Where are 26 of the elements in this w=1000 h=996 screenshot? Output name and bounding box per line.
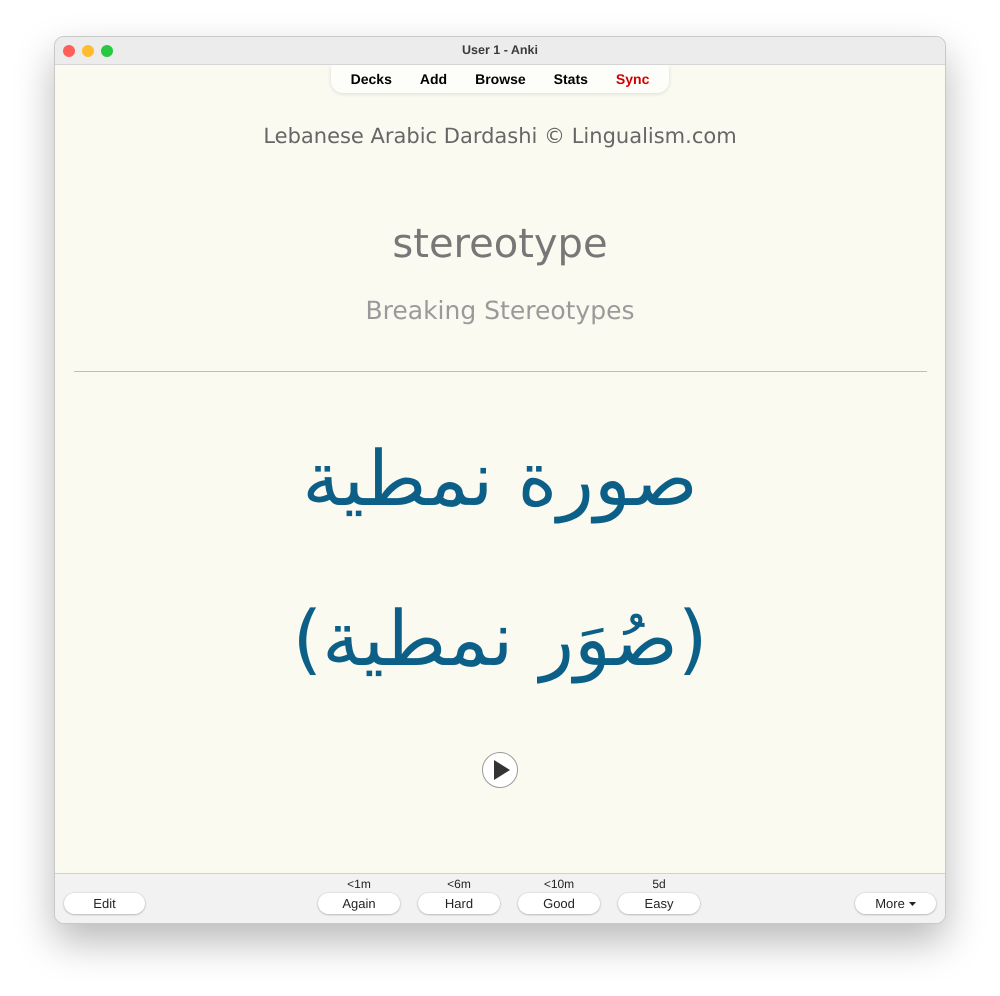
answer-button[interactable]: Easy [618,893,700,914]
answer-button[interactable]: Again [318,893,400,914]
card-source: Lebanese Arabic Dardashi © Lingualism.com [263,123,737,150]
interval-label: 5d [652,877,666,891]
toolbar-link[interactable]: Stats [540,72,602,86]
edit-button[interactable]: Edit [64,893,145,914]
zoom-icon[interactable] [101,44,113,56]
toolbar-link[interactable]: Sync [602,72,664,86]
card-context: Breaking Stereotypes [366,295,634,326]
interval-label: <6m [447,877,471,891]
answer-button[interactable]: Hard [418,893,500,914]
play-icon[interactable] [482,752,518,788]
close-icon[interactable] [63,44,75,56]
interval-label: <1m [347,877,371,891]
card-answer-text: (صُوَر نمطية) [292,592,708,686]
interval-label: <10m [544,877,574,891]
toolbar-link[interactable]: Decks [336,72,406,86]
more-button[interactable]: More [855,893,936,914]
minimize-icon[interactable] [82,44,94,56]
answer-button[interactable]: Good [518,893,600,914]
caret-icon [908,902,916,906]
card-front-word: stereotype [392,220,608,270]
window-title: User 1 - Anki [462,42,538,60]
toolbar-link[interactable]: Add [406,72,462,86]
card-answer-text: صورة نمطية [302,432,698,526]
toolbar-link[interactable]: Browse [461,72,540,86]
